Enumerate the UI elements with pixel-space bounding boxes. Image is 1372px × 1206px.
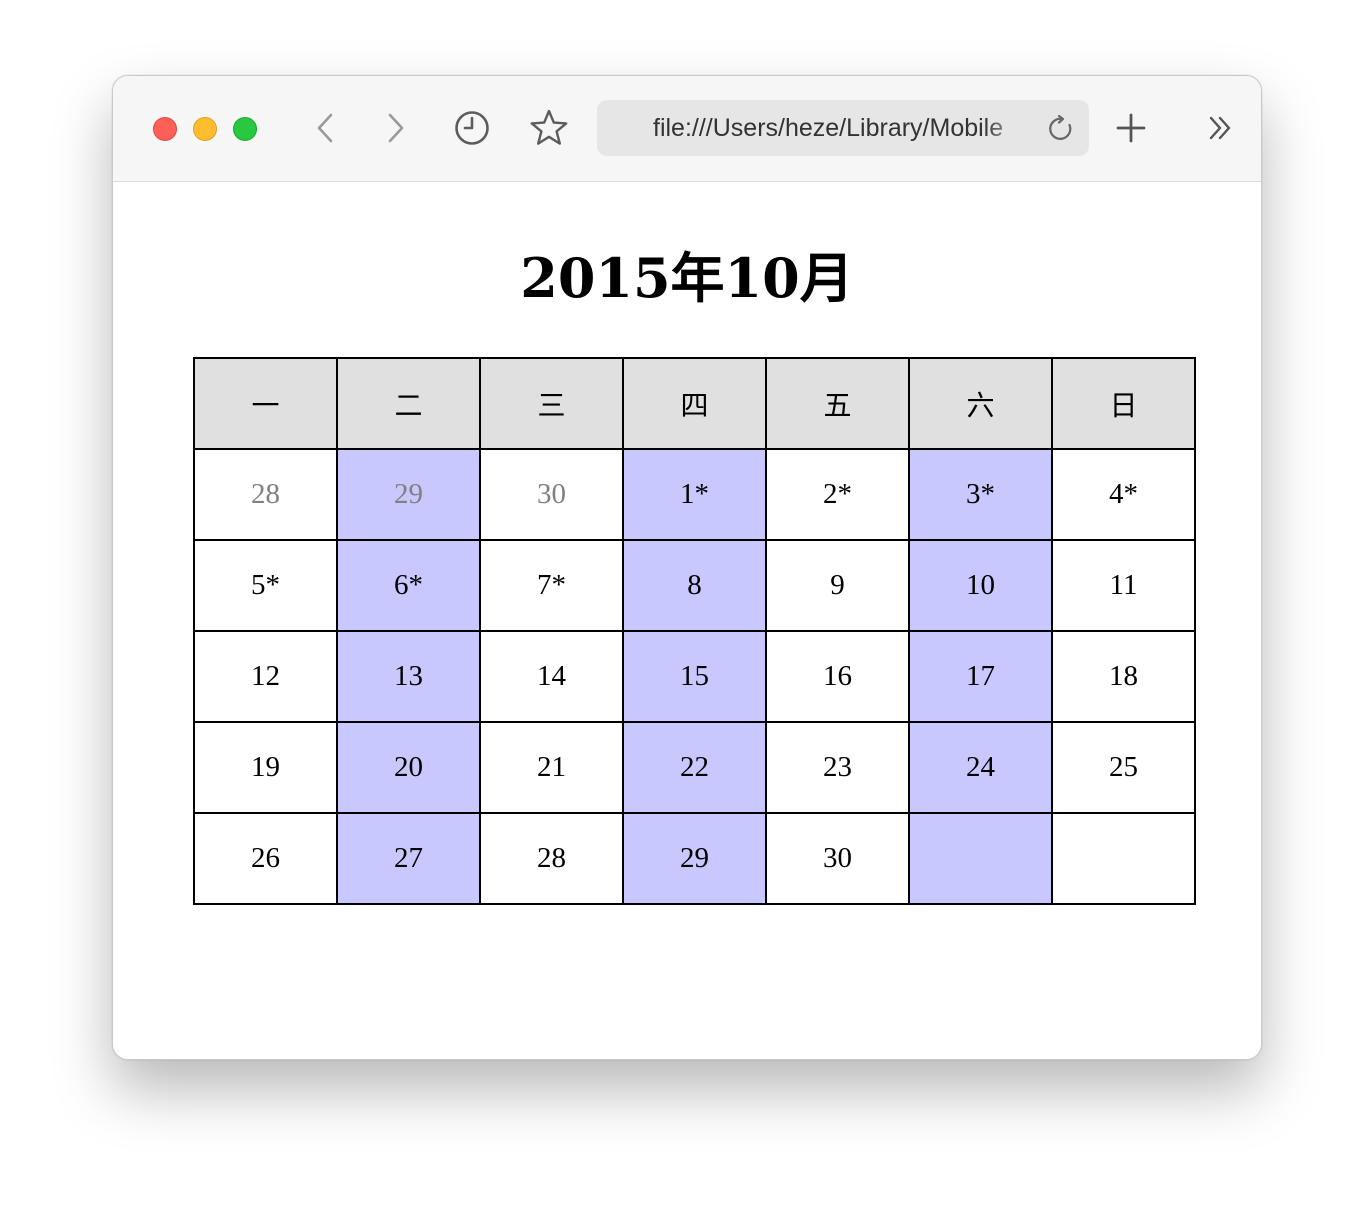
day-cell: 16 [765, 630, 910, 723]
new-tab-button[interactable] [1109, 106, 1153, 150]
reload-icon[interactable] [1047, 114, 1077, 144]
day-cell: 4* [1051, 448, 1196, 541]
weekday-header: 三 [479, 357, 624, 450]
day-cell: 17 [908, 630, 1053, 723]
day-cell: 9 [765, 539, 910, 632]
weekday-header-row: 一 二 三 四 五 六 日 [193, 357, 1196, 450]
day-cell: 27 [336, 812, 481, 905]
day-cell: 30 [765, 812, 910, 905]
day-cell: 21 [479, 721, 624, 814]
day-cell: 12 [193, 630, 338, 723]
day-cell: 22 [622, 721, 767, 814]
day-cell: 24 [908, 721, 1053, 814]
minimize-window-button[interactable] [193, 117, 217, 141]
week-row: 28 29 30 1* 2* 3* 4* [193, 448, 1196, 541]
forward-button[interactable] [374, 106, 418, 150]
day-cell [908, 812, 1053, 905]
bookmark-button[interactable] [527, 106, 571, 150]
week-row: 19 20 21 22 23 24 25 [193, 721, 1196, 814]
address-bar[interactable]: file:///Users/heze/Library/Mobile [597, 100, 1089, 156]
day-cell: 14 [479, 630, 624, 723]
weekday-header: 四 [622, 357, 767, 450]
weekday-header: 日 [1051, 357, 1196, 450]
page-content: 2015年10月 一 二 三 四 五 六 日 28 29 30 1* 2* 3*… [113, 182, 1261, 1059]
day-cell: 5* [193, 539, 338, 632]
day-cell: 20 [336, 721, 481, 814]
more-button[interactable] [1199, 106, 1243, 150]
day-cell: 28 [193, 448, 338, 541]
chevron-right-icon [388, 113, 404, 143]
back-button[interactable] [303, 106, 347, 150]
day-cell: 3* [908, 448, 1053, 541]
day-cell [1051, 812, 1196, 905]
calendar-title: 2015年10月 [520, 246, 854, 310]
browser-window: file:///Users/heze/Library/Mobile 2015年1… [112, 75, 1262, 1060]
star-icon [530, 109, 568, 145]
day-cell: 8 [622, 539, 767, 632]
day-cell: 11 [1051, 539, 1196, 632]
zoom-window-button[interactable] [233, 117, 257, 141]
weekday-header: 一 [193, 357, 338, 450]
day-cell: 29 [622, 812, 767, 905]
day-cell: 18 [1051, 630, 1196, 723]
double-chevron-right-icon [1209, 116, 1231, 140]
day-cell: 29 [336, 448, 481, 541]
day-cell: 26 [193, 812, 338, 905]
day-cell: 28 [479, 812, 624, 905]
weekday-header: 六 [908, 357, 1053, 450]
day-cell: 1* [622, 448, 767, 541]
history-button[interactable] [450, 106, 494, 150]
chevron-left-icon [317, 113, 333, 143]
clock-icon [455, 111, 489, 145]
day-cell: 30 [479, 448, 624, 541]
day-cell: 23 [765, 721, 910, 814]
day-cell: 7* [479, 539, 624, 632]
browser-toolbar: file:///Users/heze/Library/Mobile [113, 76, 1261, 182]
day-cell: 15 [622, 630, 767, 723]
day-cell: 19 [193, 721, 338, 814]
plus-icon [1116, 113, 1146, 143]
day-cell: 25 [1051, 721, 1196, 814]
week-row: 12 13 14 15 16 17 18 [193, 630, 1196, 723]
url-text[interactable]: file:///Users/heze/Library/Mobile [653, 114, 1029, 143]
calendar-table: 一 二 三 四 五 六 日 28 29 30 1* 2* 3* 4* 5* 6*… [193, 357, 1196, 905]
day-cell: 13 [336, 630, 481, 723]
weekday-header: 二 [336, 357, 481, 450]
week-row: 5* 6* 7* 8 9 10 11 [193, 539, 1196, 632]
weekday-header: 五 [765, 357, 910, 450]
week-row: 26 27 28 29 30 [193, 812, 1196, 905]
day-cell: 6* [336, 539, 481, 632]
day-cell: 2* [765, 448, 910, 541]
close-window-button[interactable] [153, 117, 177, 141]
day-cell: 10 [908, 539, 1053, 632]
